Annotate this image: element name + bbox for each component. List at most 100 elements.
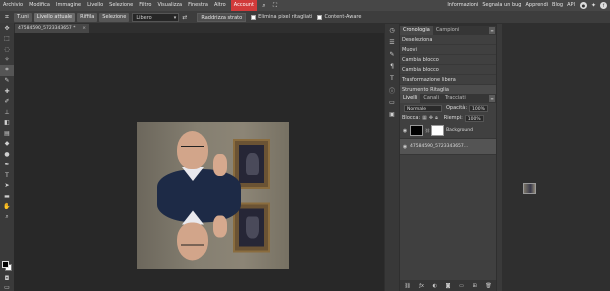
brush-tool-icon[interactable]: ✐ xyxy=(0,97,14,108)
menu-filtro[interactable]: Filtro xyxy=(136,0,154,11)
checkbox-box[interactable] xyxy=(251,14,257,20)
document-tab[interactable]: 47584590_5723343657 * × xyxy=(15,24,89,33)
edited-image[interactable] xyxy=(137,122,289,269)
panel-menu-icon[interactable]: ≡ xyxy=(489,27,495,34)
blur-tool-icon[interactable]: ◆ xyxy=(0,139,14,150)
blend-mode-select[interactable]: Normale xyxy=(404,104,442,112)
link-api[interactable]: API xyxy=(565,0,577,11)
lock-pixels-icon[interactable]: ▦ xyxy=(422,115,427,121)
link-segnala-bug[interactable]: Segnala un bug xyxy=(480,0,523,11)
link-informazioni[interactable]: Informazioni xyxy=(445,0,480,11)
twitter-icon[interactable]: ✦ xyxy=(590,2,597,9)
content-aware-checkbox[interactable]: Content-Aware xyxy=(317,14,361,20)
fullscreen-icon[interactable]: ⛶ xyxy=(271,2,279,10)
tab-tracciati[interactable]: Tracciati xyxy=(442,94,469,103)
link-apprendi[interactable]: Apprendi xyxy=(523,0,550,11)
adjustment-icon[interactable]: ◐ xyxy=(433,283,437,289)
gradient-tool-icon[interactable]: ▤ xyxy=(0,128,14,139)
path-select-tool-icon[interactable]: ➤ xyxy=(0,181,14,192)
canvas-workspace[interactable] xyxy=(14,33,384,291)
history-entry[interactable]: Trasformazione libera xyxy=(400,75,496,85)
history-entry[interactable]: Deseleziona xyxy=(400,35,496,45)
mask-icon[interactable]: ◙ xyxy=(446,283,451,289)
move-tool-icon[interactable]: ✥ xyxy=(0,23,14,34)
facebook-icon[interactable]: f xyxy=(600,2,607,9)
tab-campioni[interactable]: Campioni xyxy=(433,26,463,35)
tab-livelli[interactable]: Livelli xyxy=(400,94,421,103)
menu-account[interactable]: Account xyxy=(230,0,257,11)
crop-tool-icon[interactable]: ⌗ xyxy=(0,65,14,76)
link-layers-icon[interactable]: ⛓ xyxy=(404,283,410,289)
zoom-tool-icon[interactable]: ⌕ xyxy=(0,212,14,223)
trash-icon[interactable]: 🗑︎ xyxy=(485,283,491,289)
type-tool-icon[interactable]: T xyxy=(0,170,14,181)
marquee-tool-icon[interactable]: ⬚ xyxy=(0,34,14,45)
character-panel-icon[interactable]: T xyxy=(385,72,399,84)
delete-pixels-checkbox[interactable]: Elimina pixel ritagliati xyxy=(251,14,312,20)
person-glasses xyxy=(181,240,204,245)
menu-visualizza[interactable]: Visualizza xyxy=(154,0,185,11)
menu-immagine[interactable]: Immagine xyxy=(53,0,84,11)
layers-tabs: Livelli Canali Tracciati xyxy=(400,94,496,103)
panel-menu-icon[interactable]: ≡ xyxy=(489,95,495,102)
lock-label: Blocca: xyxy=(402,115,421,121)
eye-icon[interactable]: ◉ xyxy=(400,144,410,150)
dodge-tool-icon[interactable]: ● xyxy=(0,149,14,160)
lock-row: Blocca: ▦ ✥ 🔒︎ Riempi: 100% xyxy=(400,113,496,123)
list-panel-icon[interactable]: ☰ xyxy=(385,36,399,48)
magic-wand-tool-icon[interactable]: ✧ xyxy=(0,55,14,66)
layer-mask-thumbnail[interactable] xyxy=(431,125,445,136)
history-entry[interactable]: Cambia blocco xyxy=(400,65,496,75)
lasso-tool-icon[interactable]: ◌ xyxy=(0,44,14,55)
lock-all-icon[interactable]: 🔒︎ xyxy=(435,115,438,121)
hand-tool-icon[interactable]: ✋ xyxy=(0,202,14,213)
folder-icon[interactable]: ▭ xyxy=(459,283,464,289)
clone-stamp-tool-icon[interactable]: ⊥ xyxy=(0,107,14,118)
pen-tool-icon[interactable]: ✒ xyxy=(0,160,14,171)
history-entry[interactable]: Muovi xyxy=(400,45,496,55)
brush-panel-icon[interactable]: ✎ xyxy=(385,48,399,60)
search-icon[interactable]: ⌕ xyxy=(260,2,268,10)
transform-button[interactable]: T.uni xyxy=(14,12,32,22)
swap-icon[interactable]: ⇄ xyxy=(182,14,187,21)
history-entry[interactable]: Cambia blocco xyxy=(400,55,496,65)
image-panel-icon[interactable]: ▣ xyxy=(385,108,399,120)
fill-input[interactable]: 100% xyxy=(464,114,484,122)
straighten-button[interactable]: Raddrizza strato xyxy=(197,12,247,22)
menu-selezione[interactable]: Selezione xyxy=(106,0,136,11)
layer-row[interactable]: ◉ 47584590_5723343657... xyxy=(400,139,536,194)
opacity-input[interactable]: 100% xyxy=(469,104,488,112)
fill-button[interactable]: Riffila xyxy=(77,12,98,22)
current-level-button[interactable]: Livello attuale xyxy=(33,12,76,22)
foreground-color-swatch[interactable] xyxy=(2,261,9,268)
ratio-select[interactable]: Libero xyxy=(132,12,180,23)
layer-style-icon[interactable]: ƒx xyxy=(419,283,424,289)
panel-scrollbar[interactable] xyxy=(497,24,502,291)
screen-mode-icon[interactable]: ▭ xyxy=(0,282,14,291)
layer-row[interactable]: ◉ ⛓ Background xyxy=(400,123,496,139)
eraser-tool-icon[interactable]: ◧ xyxy=(0,118,14,129)
paragraph-panel-icon[interactable]: ¶ xyxy=(385,60,399,72)
selection-button[interactable]: Selezione xyxy=(99,12,130,22)
reddit-icon[interactable]: ● xyxy=(580,2,587,9)
healing-tool-icon[interactable]: ✚ xyxy=(0,86,14,97)
info-panel-icon[interactable]: ⓘ xyxy=(385,84,399,96)
menu-archivio[interactable]: Archivio xyxy=(0,0,26,11)
menu-finestra[interactable]: Finestra xyxy=(185,0,211,11)
close-icon[interactable]: × xyxy=(82,24,86,33)
link-blog[interactable]: Blog xyxy=(550,0,565,11)
eye-icon[interactable]: ◉ xyxy=(400,128,410,134)
tab-cronologia[interactable]: Cronologia xyxy=(400,26,433,35)
menu-modifica[interactable]: Modifica xyxy=(26,0,53,11)
eyedropper-tool-icon[interactable]: ✎ xyxy=(0,76,14,87)
css-panel-icon[interactable]: ▭ xyxy=(385,96,399,108)
person-body xyxy=(157,195,241,222)
tab-canali[interactable]: Canali xyxy=(420,94,442,103)
checkbox-box[interactable] xyxy=(317,14,323,20)
shape-tool-icon[interactable]: ▬ xyxy=(0,191,14,202)
menu-livello[interactable]: Livello xyxy=(84,0,106,11)
new-layer-icon[interactable]: ⊞ xyxy=(473,283,477,289)
history-panel-icon[interactable]: ◷ xyxy=(385,24,399,36)
menu-altro[interactable]: Altro xyxy=(211,0,229,11)
lock-position-icon[interactable]: ✥ xyxy=(429,115,433,121)
